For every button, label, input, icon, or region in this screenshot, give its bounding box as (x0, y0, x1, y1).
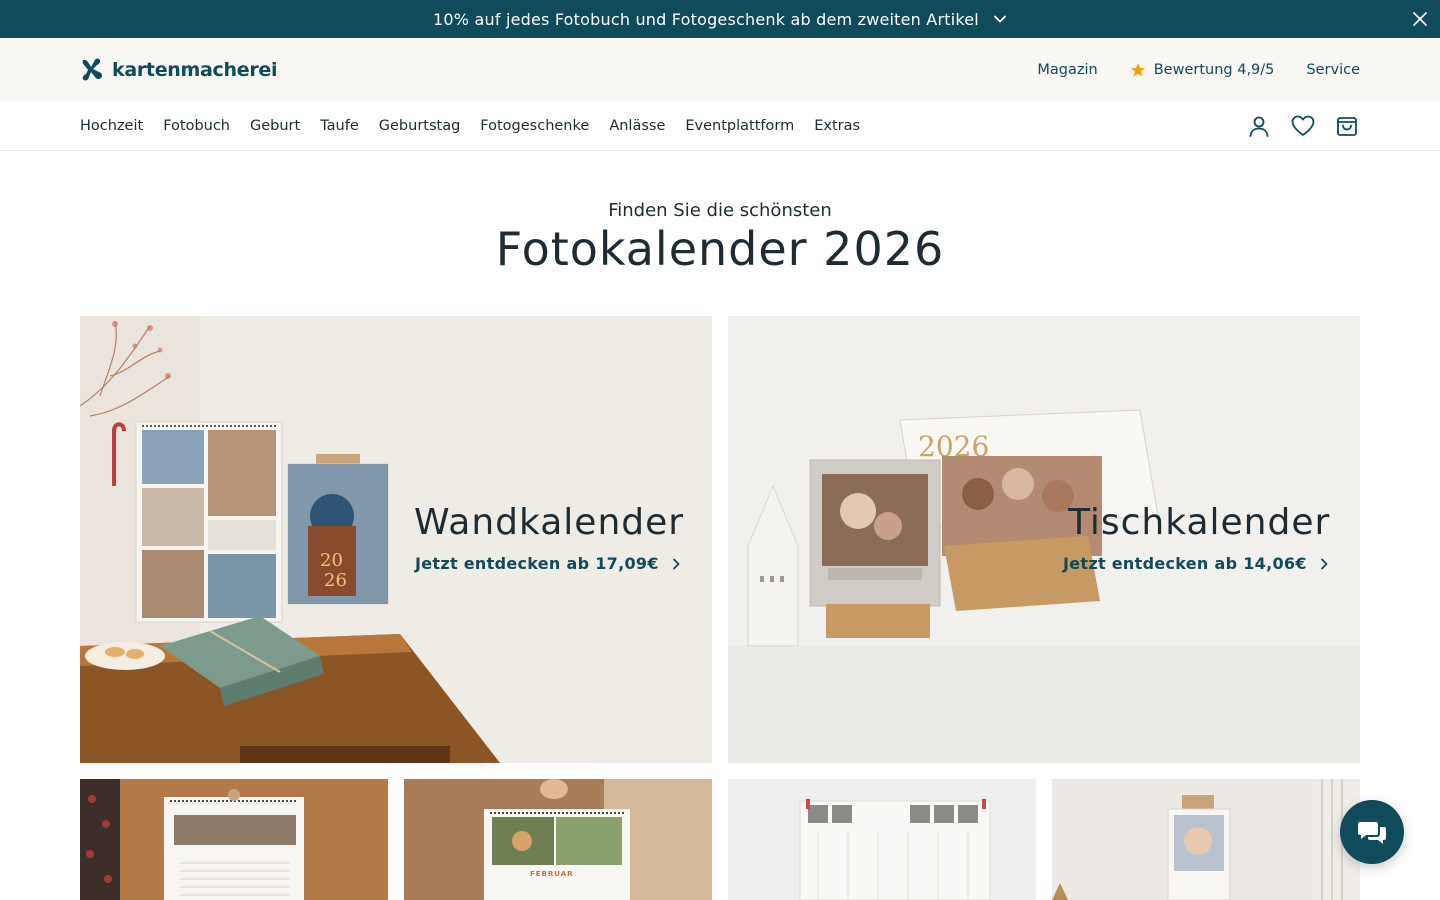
nav-icons (1246, 101, 1360, 151)
thumbnail-image-4 (1052, 779, 1360, 900)
star-icon (1130, 62, 1145, 77)
user-icon[interactable] (1246, 113, 1272, 139)
hero-card-wandkalender[interactable]: 20 26 Wandkalender Jetzt entdecken ab 17… (80, 316, 712, 763)
shopping-bag-icon[interactable] (1334, 113, 1360, 139)
svg-text:20: 20 (320, 550, 343, 571)
nav-list: Hochzeit Fotobuch Geburt Taufe Geburtsta… (80, 101, 860, 151)
page-title: Fotokalender 2026 (495, 222, 945, 276)
thumbnail-image-2: FEBRUAR (404, 779, 712, 900)
nav-item-geburtstag[interactable]: Geburtstag (379, 118, 461, 134)
thumbnail-card-1[interactable] (80, 779, 388, 900)
chat-icon (1358, 822, 1386, 844)
nav-item-taufe[interactable]: Taufe (320, 118, 359, 134)
heart-icon[interactable] (1290, 113, 1316, 139)
hero-cta-tischkalender[interactable]: Jetzt entdecken ab 14,06€ (1063, 554, 1329, 573)
close-icon[interactable] (1410, 9, 1430, 29)
nav-item-fotobuch[interactable]: Fotobuch (163, 118, 230, 134)
nav-item-eventplattform[interactable]: Eventplattform (685, 118, 794, 134)
thumbnail-card-4[interactable] (1052, 779, 1360, 900)
nav-item-fotogeschenke[interactable]: Fotogeschenke (480, 118, 589, 134)
chat-button[interactable] (1340, 800, 1404, 864)
chevron-down-icon[interactable] (993, 12, 1007, 26)
nav-item-anlaesse[interactable]: Anlässe (609, 118, 665, 134)
main-nav: Hochzeit Fotobuch Geburt Taufe Geburtsta… (0, 101, 1440, 151)
svg-text:26: 26 (324, 570, 347, 591)
nav-item-geburt[interactable]: Geburt (250, 118, 300, 134)
thumbnail-month-label: FEBRUAR (530, 870, 574, 878)
rating-link[interactable]: Bewertung 4,9/5 (1130, 61, 1275, 78)
promo-text[interactable]: 10% auf jedes Fotobuch und Fotogeschenk … (433, 10, 979, 29)
hero-cta-text: Jetzt entdecken ab 14,06€ (1063, 554, 1307, 573)
logo-text: kartenmacherei (112, 59, 278, 81)
thumbnail-card-3[interactable] (728, 779, 1036, 900)
hero-title-tischkalender: Tischkalender (1068, 502, 1331, 543)
hero-cta-wandkalender[interactable]: Jetzt entdecken ab 17,09€ (415, 554, 681, 573)
thumbnail-image-1 (80, 779, 388, 900)
logo-mark-icon (82, 58, 103, 81)
logo[interactable]: kartenmacherei (80, 57, 277, 83)
hero-cta-text: Jetzt entdecken ab 17,09€ (415, 554, 659, 573)
magazine-link[interactable]: Magazin (1037, 62, 1097, 78)
page-kicker: Finden Sie die schönsten (608, 200, 832, 221)
nav-item-extras[interactable]: Extras (814, 118, 860, 134)
thumbnail-card-2[interactable]: FEBRUAR (404, 779, 712, 900)
top-links: Magazin Bewertung 4,9/5 Service (1037, 38, 1360, 101)
top-header: kartenmacherei Magazin Bewertung 4,9/5 S… (0, 38, 1440, 101)
nav-item-hochzeit[interactable]: Hochzeit (80, 118, 143, 134)
hero-title-wandkalender: Wandkalender (414, 502, 685, 543)
hero-card-tischkalender[interactable]: 2026 Tischkalender Jetzt entdecken ab 14… (728, 316, 1360, 763)
promo-banner: 10% auf jedes Fotobuch und Fotogeschenk … (0, 0, 1440, 38)
chevron-right-icon (672, 558, 680, 569)
service-link[interactable]: Service (1306, 62, 1360, 78)
chevron-right-icon (1320, 558, 1328, 569)
rating-text: Bewertung 4,9/5 (1153, 61, 1275, 78)
thumbnail-image-3 (728, 779, 1036, 900)
